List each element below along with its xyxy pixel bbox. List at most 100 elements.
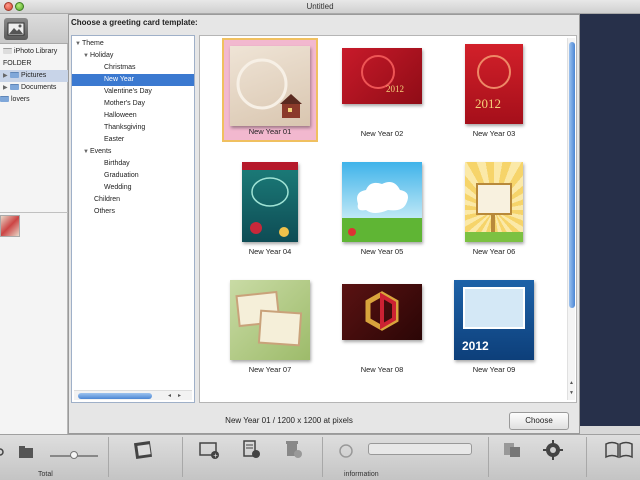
card-art-icon: 2012 xyxy=(475,55,511,111)
svg-text:+: + xyxy=(213,453,218,460)
add-photo-icon[interactable] xyxy=(132,439,156,463)
slider-knob[interactable] xyxy=(70,451,78,459)
disclosure-open-icon[interactable]: ▼ xyxy=(74,38,82,50)
add-text-icon[interactable] xyxy=(240,439,262,459)
total-label: Total xyxy=(38,471,53,478)
template-tile[interactable]: New Year 08 xyxy=(334,274,430,378)
card-art-icon xyxy=(242,162,298,237)
tree-item-christmas[interactable]: Christmas xyxy=(72,62,194,74)
section-label: FOLDER xyxy=(3,60,32,67)
tree-item-label: Holiday xyxy=(90,52,114,59)
tree-item-thanksgiving[interactable]: Thanksgiving xyxy=(72,122,194,134)
tree-item-label: Events xyxy=(90,148,112,155)
disclosure-open-icon[interactable]: ▼ xyxy=(82,50,90,62)
svg-text:2012: 2012 xyxy=(462,339,489,353)
divider xyxy=(0,212,68,213)
dialog-footer: New Year 01 / 1200 x 1200 at pixels Choo… xyxy=(69,407,579,433)
sidebar-item-iphoto[interactable]: iPhoto Library xyxy=(0,46,68,58)
tree-item-halloween[interactable]: Halloween xyxy=(72,110,194,122)
template-thumbnail xyxy=(242,162,298,242)
template-label: New Year 06 xyxy=(472,247,516,256)
photo-icon xyxy=(7,22,25,36)
tree-item-easter[interactable]: Easter xyxy=(72,134,194,146)
tree-item-wedding[interactable]: Wedding xyxy=(72,182,194,194)
choose-button[interactable]: Choose xyxy=(509,412,569,430)
tree-item-birthday[interactable]: Birthday xyxy=(72,158,194,170)
template-thumbnail: 2012 xyxy=(342,48,422,104)
template-tile[interactable]: 2012 New Year 02 xyxy=(334,38,430,142)
tree-item-others[interactable]: Others xyxy=(72,206,194,218)
divider xyxy=(108,437,109,477)
sort-icon[interactable] xyxy=(0,445,10,459)
tree-item-label: Easter xyxy=(104,136,125,143)
bottom-toolbar: Total + information xyxy=(0,434,640,480)
template-tile[interactable]: New Year 05 xyxy=(334,156,430,260)
scroll-left-icon[interactable]: ◂ xyxy=(168,392,171,399)
folder-icon[interactable] xyxy=(18,445,36,459)
tree-item-label: New Year xyxy=(104,76,134,83)
template-tile[interactable]: 2012 New Year 03 xyxy=(446,38,542,142)
book-icon[interactable] xyxy=(604,441,634,459)
information-label: information xyxy=(344,471,379,478)
template-grid-scrollbar[interactable]: ▲ ▼ xyxy=(567,38,575,400)
template-thumbnail xyxy=(230,46,310,126)
tree-item-children[interactable]: Children xyxy=(72,194,194,206)
disclosure-open-icon[interactable]: ▼ xyxy=(82,146,90,158)
photo-thumbnail[interactable] xyxy=(0,215,20,237)
scroll-down-icon[interactable]: ▼ xyxy=(569,390,574,396)
template-label: New Year 04 xyxy=(248,247,292,256)
tree-item-label: Thanksgiving xyxy=(104,124,146,131)
template-thumbnail xyxy=(465,162,523,242)
source-sidebar: iPhoto Library FOLDER ▶ Pictures ▶ Documen… xyxy=(0,14,68,439)
tree-item-valentines-day[interactable]: Valentine's Day xyxy=(72,86,194,98)
disclosure-triangle-icon[interactable]: ▶ xyxy=(3,82,10,94)
gear-icon[interactable] xyxy=(542,439,564,461)
tree-horizontal-scrollbar[interactable]: ◂ ▸ xyxy=(74,390,192,400)
scroll-right-icon[interactable]: ▸ xyxy=(178,392,181,399)
photo-library-button[interactable] xyxy=(4,18,28,40)
template-tile[interactable]: New Year 06 xyxy=(446,156,542,260)
template-label: New Year 07 xyxy=(248,365,292,374)
tree-item-label: Theme xyxy=(82,40,104,47)
template-tile[interactable]: New Year 01 xyxy=(222,38,318,142)
trash-icon[interactable] xyxy=(282,439,304,459)
sidebar-item-label: iPhoto Library xyxy=(14,48,58,55)
template-label: New Year 05 xyxy=(360,247,404,256)
rotate-icon[interactable] xyxy=(338,443,354,459)
add-frame-icon[interactable]: + xyxy=(198,441,220,459)
card-art-icon xyxy=(365,291,399,331)
zoom-slider[interactable] xyxy=(368,443,472,455)
tree-item-holiday[interactable]: ▼Holiday xyxy=(72,50,194,62)
template-tile[interactable]: 2012 New Year 09 xyxy=(446,274,542,378)
template-thumbnail xyxy=(342,284,422,340)
template-tile[interactable]: New Year 04 xyxy=(222,156,318,260)
template-grid: New Year 01 2012 New Year 02 2012 New Ye… xyxy=(199,35,577,403)
sidebar-item-label: lovers xyxy=(11,96,30,103)
card-art-icon xyxy=(465,183,523,242)
sidebar-item-lovers[interactable]: lovers xyxy=(0,94,68,106)
window-title: Untitled xyxy=(306,2,334,11)
template-thumbnail: 2012 xyxy=(465,44,523,124)
template-label: New Year 01 xyxy=(248,127,292,136)
sidebar-item-pictures[interactable]: ▶ Pictures xyxy=(0,70,68,82)
layers-icon[interactable] xyxy=(502,441,522,459)
sidebar-item-documents[interactable]: ▶ Documents xyxy=(0,82,68,94)
tree-item-label: Birthday xyxy=(104,160,130,167)
scrollbar-thumb[interactable] xyxy=(569,42,575,308)
tree-item-mothers-day[interactable]: Mother's Day xyxy=(72,98,194,110)
tree-item-events[interactable]: ▼Events xyxy=(72,146,194,158)
scrollbar-thumb[interactable] xyxy=(78,393,152,399)
tree-item-graduation[interactable]: Graduation xyxy=(72,170,194,182)
tree-item-new-year[interactable]: New Year xyxy=(72,74,194,86)
template-label: New Year 09 xyxy=(472,365,516,374)
sidebar-item-label: Pictures xyxy=(21,72,47,79)
disclosure-triangle-icon[interactable]: ▶ xyxy=(3,70,10,82)
scroll-up-icon[interactable]: ▲ xyxy=(569,380,574,386)
template-thumbnail: 2012 xyxy=(454,280,534,360)
divider xyxy=(586,437,587,477)
template-tile[interactable]: New Year 07 xyxy=(222,274,318,378)
tree-item-theme[interactable]: ▼Theme xyxy=(72,38,194,50)
title-bar: Untitled xyxy=(0,0,640,14)
iphoto-icon xyxy=(3,48,12,54)
template-label: New Year 02 xyxy=(360,129,404,138)
